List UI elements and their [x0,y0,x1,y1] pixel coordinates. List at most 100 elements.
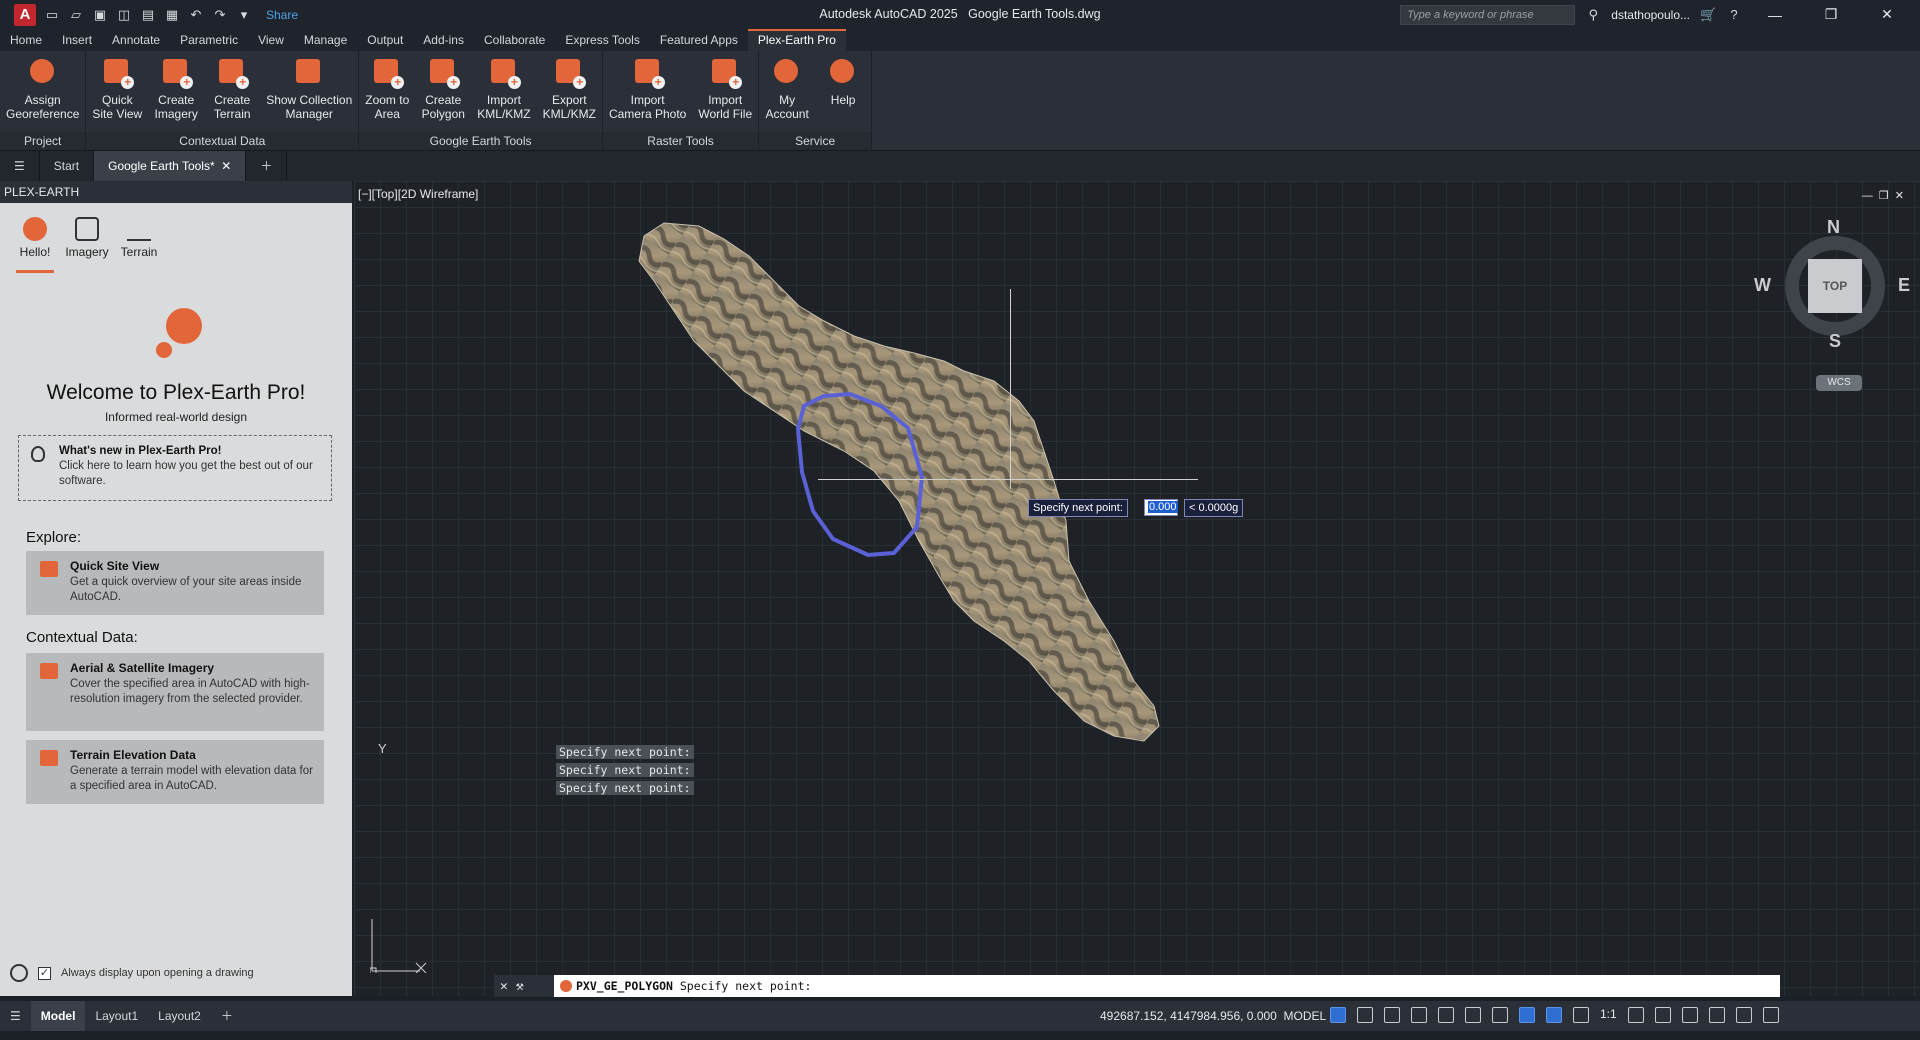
close-icon[interactable]: ✕ [1864,6,1910,23]
quick-site-view-button[interactable]: + Quick Site View [86,57,148,132]
clean-screen-icon[interactable] [1735,1007,1752,1023]
model-space-label[interactable]: MODEL [1284,1009,1327,1023]
import-kml-button[interactable]: + Import KML/KMZ [471,57,536,132]
create-terrain-button[interactable]: + Create Terrain [204,57,260,132]
whats-new-link[interactable]: What's new in Plex-Earth Pro! Click here… [18,435,332,501]
card-quick-site-view[interactable]: Quick Site View Get a quick overview of … [26,551,324,615]
tab-parametric[interactable]: Parametric [170,29,248,51]
layout-menu-icon[interactable]: ☰ [0,1001,31,1031]
tab-express-tools[interactable]: Express Tools [555,29,649,51]
user-account[interactable]: dstathopoulo... [1611,8,1690,22]
hardware-acceleration-icon[interactable] [1708,1007,1725,1023]
panel-title[interactable]: Service [759,132,872,150]
export-kml-button[interactable]: + Export KML/KMZ [537,57,602,132]
tab-hello[interactable]: Hello! [16,217,54,273]
collection-manager-button[interactable]: Show Collection Manager [260,57,358,132]
tab-imagery[interactable]: Imagery [65,217,109,273]
compass-north[interactable]: N [1827,217,1840,238]
tab-featured-apps[interactable]: Featured Apps [650,29,748,51]
compass-east[interactable]: E [1898,275,1910,296]
share-button[interactable]: Share [266,8,298,22]
minimize-icon[interactable]: — [1752,7,1798,23]
tab-insert[interactable]: Insert [52,29,102,51]
zoom-to-area-button[interactable]: + Zoom to Area [359,57,415,132]
viewcube[interactable]: TOP N S E W [1754,217,1910,352]
search-icon[interactable]: ⚲ [1585,7,1601,23]
save-as-icon[interactable]: ◫ [116,7,132,23]
workspace-gear-icon[interactable] [1627,1007,1644,1023]
viewport-window-controls[interactable]: —❐✕ [1862,189,1910,202]
print-icon[interactable]: ▦ [164,7,180,23]
annotation-scale[interactable]: 1:1 [1600,1007,1617,1023]
compass-west[interactable]: W [1754,275,1771,296]
object-snap-tracking-icon[interactable] [1465,1007,1481,1023]
auto-scale-icon[interactable] [1573,1007,1589,1023]
camera-photo-button[interactable]: + Import Camera Photo [603,57,692,132]
new-file-icon[interactable]: ▭ [44,7,60,23]
isodraft-icon[interactable] [1438,1007,1454,1023]
cart-icon[interactable]: 🛒 [1700,7,1716,23]
panel-title[interactable]: Project [0,132,86,150]
command-line[interactable]: ✕ ⚒ PXV_GE_POLYGON Specify next point: [494,975,1780,997]
drawing-viewport[interactable]: [−][Top][2D Wireframe] —❐✕ TOP N S E W W… [354,181,1920,996]
command-app-icon[interactable] [560,980,572,992]
panel-title[interactable]: Google Earth Tools [359,132,602,150]
tab-add-ins[interactable]: Add-ins [413,29,474,51]
compass-south[interactable]: S [1829,331,1841,352]
close-tab-icon[interactable]: ✕ [221,159,231,173]
dynamic-input-distance[interactable]: 0.000 [1144,499,1178,516]
close-command-icon[interactable]: ✕ [500,979,508,994]
tab-start[interactable]: Start [40,151,95,181]
app-menu-icon[interactable]: ☰ [0,151,40,181]
viewport-controls-label[interactable]: [−][Top][2D Wireframe] [358,187,478,201]
tab-home[interactable]: Home [0,29,52,51]
add-layout-icon[interactable]: ＋ [211,1001,243,1031]
tab-google-earth-tools[interactable]: Google Earth Tools* ✕ [94,151,247,181]
redo-icon[interactable]: ↷ [212,7,228,23]
always-display-checkbox[interactable]: ✓ [38,966,51,980]
tab-annotate[interactable]: Annotate [102,29,170,51]
help-button[interactable]: Help [815,57,871,132]
tab-plex-earth-pro[interactable]: Plex-Earth Pro [747,29,846,51]
panel-title[interactable]: Contextual Data [86,132,359,150]
object-snap-icon[interactable] [1492,1007,1508,1023]
undo-icon[interactable]: ↶ [188,7,204,23]
save-icon[interactable]: ▣ [92,7,108,23]
snap-icon[interactable] [1357,1007,1373,1023]
selection-cycling-icon[interactable] [1519,1007,1535,1023]
autocad-logo[interactable]: A [14,3,36,26]
create-polygon-button[interactable]: + Create Polygon [415,57,471,132]
georeference-button[interactable]: Assign Georeference [0,57,85,132]
tab-terrain[interactable]: Terrain [120,217,158,273]
search-input[interactable]: Type a keyword or phrase [1400,4,1576,25]
web-icon[interactable]: ▤ [140,7,156,23]
panel-title[interactable]: Raster Tools [602,132,759,150]
tab-layout2[interactable]: Layout2 [148,1001,211,1031]
restore-icon[interactable]: ❐ [1808,6,1854,23]
wcs-menu[interactable]: WCS [1816,375,1862,391]
tab-manage[interactable]: Manage [294,29,357,51]
tab-layout1[interactable]: Layout1 [85,1001,148,1031]
new-tab-icon[interactable]: ＋ [246,151,288,181]
account-button[interactable]: My Account [759,57,815,132]
customize-wrench-icon[interactable]: ⚒ [516,979,524,994]
polar-icon[interactable] [1411,1007,1427,1023]
dynamic-input-angle[interactable]: < 0.0000g [1184,499,1244,517]
help-icon[interactable]: ? [1726,7,1742,23]
card-aerial-imagery[interactable]: Aerial & Satellite Imagery Cover the spe… [26,653,324,731]
grid-icon[interactable] [1330,1007,1346,1023]
customize-icon[interactable]: ▾ [236,7,252,23]
settings-gear-icon[interactable] [10,964,28,982]
open-folder-icon[interactable]: ▱ [68,7,84,23]
tab-model[interactable]: Model [30,1001,86,1031]
card-terrain-elevation[interactable]: Terrain Elevation Data Generate a terrai… [26,740,324,804]
tab-collaborate[interactable]: Collaborate [474,29,555,51]
annotation-visibility-icon[interactable] [1546,1007,1562,1023]
isolate-objects-icon[interactable] [1681,1007,1698,1023]
customization-icon[interactable] [1762,1007,1779,1023]
tab-output[interactable]: Output [357,29,413,51]
ortho-icon[interactable] [1384,1007,1400,1023]
plus-icon[interactable] [1654,1007,1671,1023]
viewcube-top-face[interactable]: TOP [1808,259,1862,313]
cursor-coordinates[interactable]: 492687.152, 4147984.956, 0.000 MODEL [1100,1001,1326,1031]
